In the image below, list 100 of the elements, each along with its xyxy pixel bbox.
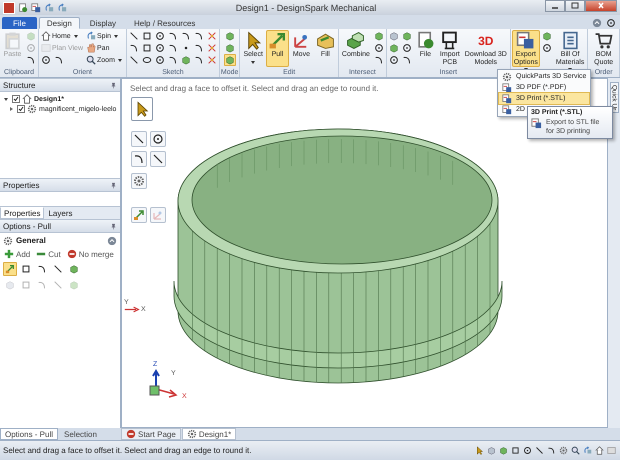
tool-button[interactable] xyxy=(140,30,153,42)
line-icon xyxy=(53,264,63,274)
tool-button[interactable] xyxy=(131,151,147,167)
tool-button[interactable] xyxy=(140,42,153,54)
tool-button[interactable] xyxy=(166,30,179,42)
tool-button[interactable] xyxy=(540,42,553,54)
circle-icon xyxy=(154,55,165,65)
ribbon-tab[interactable]: Display xyxy=(82,17,124,29)
export-document-icon xyxy=(31,2,41,12)
hint-text: Select and drag a face to offset it. Select and drag an edge to round it. xyxy=(130,84,378,93)
ribbon-tab[interactable]: Design xyxy=(38,17,80,29)
arc-icon xyxy=(180,31,191,41)
tool-button[interactable] xyxy=(192,54,205,66)
list-document-icon xyxy=(560,31,580,50)
tool-button[interactable] xyxy=(128,42,140,54)
maximize-button[interactable] xyxy=(565,0,585,12)
circle-icon xyxy=(606,18,616,28)
tool-button[interactable] xyxy=(400,42,413,54)
minimize-button[interactable] xyxy=(545,0,565,12)
panel-title: Structure xyxy=(3,80,36,90)
status-tool-button[interactable] xyxy=(474,445,485,456)
arc-icon xyxy=(168,55,178,65)
tool-button[interactable] xyxy=(166,54,179,66)
move-arrows-icon xyxy=(152,209,164,221)
arc-icon xyxy=(26,55,36,65)
tool-button[interactable] xyxy=(25,54,37,66)
line-icon xyxy=(128,31,139,41)
option-button[interactable]: Cut xyxy=(35,248,62,260)
app-logo-icon xyxy=(3,2,15,14)
tool-button[interactable] xyxy=(388,54,400,66)
tool-button[interactable] xyxy=(128,54,140,66)
arc-icon xyxy=(402,55,412,65)
spin-icon xyxy=(583,446,592,455)
tool-button[interactable] xyxy=(131,131,147,147)
status-tool-button[interactable] xyxy=(522,445,533,456)
cube-icon xyxy=(499,446,508,455)
checkbox[interactable] xyxy=(17,105,25,113)
tool-button[interactable] xyxy=(166,42,179,54)
arc-icon xyxy=(374,55,384,65)
status-tool-button[interactable] xyxy=(594,445,605,456)
tool-button[interactable] xyxy=(154,42,166,54)
tool-button[interactable] xyxy=(154,54,166,66)
tool-button[interactable] xyxy=(372,54,385,66)
box-icon xyxy=(388,31,399,41)
cart-icon xyxy=(594,31,614,50)
option-button[interactable]: Add xyxy=(3,248,32,260)
status-tool-button[interactable] xyxy=(534,445,545,456)
tool-button[interactable] xyxy=(180,30,192,42)
panel-tab[interactable]: Layers xyxy=(44,207,76,219)
panel-tab[interactable]: Selection xyxy=(59,428,102,440)
tool-button[interactable] xyxy=(372,42,385,54)
plan-view-icon xyxy=(41,43,51,53)
panel-tab[interactable]: Properties xyxy=(0,207,44,219)
arc-icon xyxy=(194,43,204,53)
document-tab[interactable]: Design1* xyxy=(182,428,236,440)
expander-icon[interactable] xyxy=(10,107,13,111)
tool-button[interactable] xyxy=(150,151,166,167)
circle-icon xyxy=(154,43,165,53)
cross-icon xyxy=(206,31,217,41)
gear-icon xyxy=(133,175,145,187)
tool-button[interactable] xyxy=(154,30,166,42)
status-tool-button[interactable] xyxy=(570,445,581,456)
tool-button[interactable] xyxy=(131,97,153,121)
document-tab[interactable]: Start Page xyxy=(121,428,181,440)
tool-button[interactable] xyxy=(40,54,52,66)
tool-button[interactable] xyxy=(192,30,205,42)
export-document-icon xyxy=(502,94,512,104)
zoom-icon xyxy=(86,55,96,65)
combine-blocks-icon xyxy=(346,31,366,50)
circle-icon xyxy=(523,446,532,455)
file-icon xyxy=(416,31,435,50)
expander-icon[interactable] xyxy=(4,98,8,100)
plus-icon xyxy=(4,249,14,259)
status-tool-button[interactable] xyxy=(546,445,557,456)
status-tool-button[interactable] xyxy=(510,445,521,456)
tool-button[interactable] xyxy=(53,54,65,66)
tool-button[interactable] xyxy=(400,54,413,66)
hand-icon xyxy=(86,43,96,53)
arc-icon xyxy=(133,153,145,165)
tool-button[interactable] xyxy=(192,42,205,54)
pull-arrow-icon xyxy=(133,209,145,221)
spin-icon xyxy=(57,2,67,12)
tool-button[interactable] xyxy=(150,131,166,147)
export-document-icon xyxy=(502,104,512,114)
close-button[interactable] xyxy=(585,0,617,12)
option-button[interactable]: No merge xyxy=(66,248,115,260)
ribbon-tab[interactable]: Help / Resources xyxy=(126,17,204,29)
panel-tab[interactable]: Options - Pull xyxy=(0,428,58,440)
tool-button[interactable] xyxy=(128,30,140,42)
clipboard-icon xyxy=(3,31,22,50)
circle-icon xyxy=(542,43,552,53)
cube-icon xyxy=(26,31,36,41)
tool-button[interactable] xyxy=(140,54,153,66)
spin-icon xyxy=(44,2,54,12)
circle-icon xyxy=(402,43,412,53)
arc-icon xyxy=(168,43,178,53)
file-menu-tab[interactable]: File xyxy=(2,17,37,29)
circle-icon xyxy=(41,55,51,65)
checkbox[interactable] xyxy=(12,95,20,103)
panel-title: Properties xyxy=(3,180,40,190)
